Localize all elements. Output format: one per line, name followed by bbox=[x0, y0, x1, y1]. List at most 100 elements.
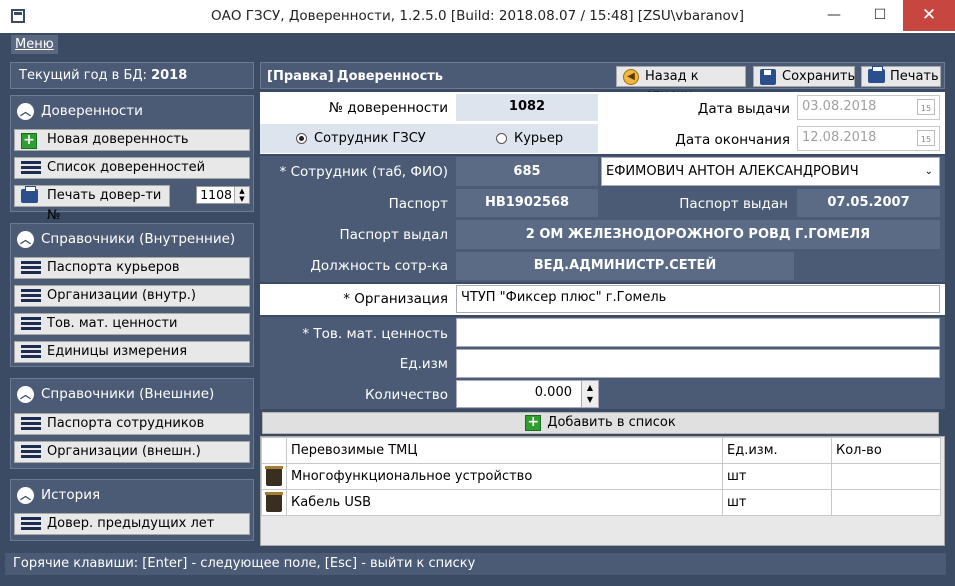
group-title: Справочники (Внутренние) bbox=[41, 231, 236, 247]
passport-label: Паспорт bbox=[388, 196, 448, 212]
table-row[interactable]: Многофункциональное устройство шт bbox=[261, 463, 941, 490]
list-icon bbox=[21, 445, 41, 459]
passport-value: НВ1902568 bbox=[456, 189, 598, 217]
previous-years-button[interactable]: Довер. предыдущих лет bbox=[14, 513, 250, 535]
back-to-list-button[interactable]: ◀ Назад к списку bbox=[616, 66, 746, 103]
goods-button[interactable]: Тов. мат. ценности bbox=[14, 313, 250, 335]
maximize-button[interactable]: ☐ bbox=[857, 0, 903, 31]
button-label: Организации (внутр.) bbox=[47, 288, 196, 303]
group-title: Доверенности bbox=[41, 103, 143, 119]
close-button[interactable]: ✕ bbox=[903, 0, 955, 31]
chevron-down-icon[interactable]: ⌄ bbox=[925, 158, 933, 185]
group-internal-refs-header[interactable]: ︿ Справочники (Внутренние) bbox=[11, 224, 253, 254]
minimize-button[interactable]: — bbox=[811, 0, 857, 31]
unit-cell[interactable]: шт bbox=[722, 463, 832, 490]
delete-cell[interactable] bbox=[261, 489, 287, 516]
button-label: Паспорта сотрудников bbox=[47, 416, 205, 431]
power-list-button[interactable]: Список доверенностей bbox=[14, 157, 250, 179]
editor-header: [Правка] Доверенность ◀ Назад к списку С… bbox=[260, 62, 945, 103]
employee-passports-button[interactable]: Паспорта сотрудников bbox=[14, 413, 250, 435]
table-header-qty[interactable]: Кол-во bbox=[831, 437, 941, 464]
group-powers: ︿ Доверенности + Новая доверенность Спис… bbox=[10, 95, 254, 223]
doc-header-section: № доверенности 1082 Дата выдачи 03.08.20… bbox=[260, 92, 945, 154]
end-date-field[interactable]: 12.08.2018 15 bbox=[797, 126, 940, 151]
button-label: Паспорта курьеров bbox=[47, 260, 180, 275]
button-label: Новая доверенность bbox=[47, 132, 189, 147]
plus-icon: + bbox=[21, 133, 37, 149]
stepper-arrows-icon[interactable]: ▲ ▼ bbox=[581, 381, 598, 407]
goods-name-cell[interactable]: Многофункциональное устройство bbox=[286, 463, 723, 490]
table-header-blank bbox=[261, 437, 287, 464]
table-header-goods[interactable]: Перевозимые ТМЦ bbox=[286, 437, 723, 464]
issued-by-label: Паспорт выдал bbox=[339, 227, 448, 243]
group-history-header[interactable]: ︿ История bbox=[11, 480, 253, 510]
employee-label: * Сотрудник (таб, ФИО) bbox=[279, 164, 448, 180]
table-row[interactable]: Кабель USB шт bbox=[261, 489, 941, 516]
radio-employee[interactable] bbox=[296, 133, 307, 144]
group-external-refs-header[interactable]: ︿ Справочники (Внешние) bbox=[11, 379, 253, 409]
button-label: Единицы измерения bbox=[47, 344, 188, 359]
organization-section: * Организация ЧТУП "Фиксер плюс" г.Гомел… bbox=[260, 284, 945, 315]
issue-date-field[interactable]: 03.08.2018 15 bbox=[797, 95, 940, 120]
new-power-button[interactable]: + Новая доверенность bbox=[14, 129, 250, 151]
delete-cell[interactable] bbox=[261, 463, 287, 490]
page-title: Доверенность bbox=[337, 69, 444, 84]
button-label: Довер. предыдущих лет bbox=[47, 516, 215, 531]
chevron-up-icon: ︿ bbox=[17, 487, 34, 504]
radio-courier[interactable] bbox=[496, 133, 507, 144]
quantity-stepper[interactable]: 0.000 ▲ ▼ bbox=[456, 380, 599, 408]
unit-cell[interactable]: шт bbox=[722, 489, 832, 516]
goods-entry-section: * Тов. мат. ценность Ед.изм Количество 0… bbox=[260, 317, 945, 409]
units-button[interactable]: Единицы измерения bbox=[14, 341, 250, 363]
calendar-icon[interactable]: 15 bbox=[917, 130, 935, 146]
button-label: Список доверенностей bbox=[47, 160, 206, 175]
employee-section: * Сотрудник (таб, ФИО) 685 ЕФИМОВИЧ АНТО… bbox=[260, 156, 945, 282]
printer-icon bbox=[21, 186, 38, 203]
save-button[interactable]: Сохранить bbox=[753, 66, 855, 87]
unit-label: Ед.изм bbox=[399, 356, 448, 372]
button-label: Тов. мат. ценности bbox=[47, 316, 178, 331]
trash-icon[interactable] bbox=[265, 465, 283, 486]
goods-input[interactable] bbox=[456, 318, 940, 347]
plus-icon: + bbox=[525, 414, 542, 431]
end-date-value: 12.08.2018 bbox=[802, 130, 877, 145]
print-power-button[interactable]: Печать довер-ти № bbox=[14, 185, 170, 223]
qty-cell[interactable] bbox=[831, 489, 941, 516]
print-button[interactable]: Печать bbox=[861, 66, 941, 87]
list-icon bbox=[21, 345, 41, 359]
list-icon bbox=[21, 261, 41, 275]
list-icon bbox=[21, 417, 41, 431]
list-icon bbox=[21, 161, 41, 175]
app-icon bbox=[11, 9, 25, 23]
menu-item-menu[interactable]: Меню bbox=[11, 35, 58, 54]
qty-cell[interactable] bbox=[831, 463, 941, 490]
doc-number-value: 1082 bbox=[456, 94, 598, 121]
issue-date-label: Дата выдачи bbox=[697, 101, 790, 117]
calendar-icon[interactable]: 15 bbox=[917, 99, 935, 115]
internal-orgs-button[interactable]: Организации (внутр.) bbox=[14, 285, 250, 307]
button-label: Организации (внешн.) bbox=[47, 444, 201, 459]
goods-name-cell[interactable]: Кабель USB bbox=[286, 489, 723, 516]
group-title: Справочники (Внешние) bbox=[41, 386, 215, 402]
position-label: Должность сотр-ка bbox=[310, 258, 448, 274]
courier-passports-button[interactable]: Паспорта курьеров bbox=[14, 257, 250, 279]
trash-icon[interactable] bbox=[265, 491, 283, 512]
current-year-box: Текущий год в БД: 2018 bbox=[10, 62, 254, 89]
employee-tab-number[interactable]: 685 bbox=[456, 157, 598, 186]
goods-label: * Тов. мат. ценность bbox=[302, 326, 448, 342]
print-number-stepper[interactable]: 1108 ▲ ▼ bbox=[196, 186, 250, 204]
external-orgs-button[interactable]: Организации (внешн.) bbox=[14, 441, 250, 463]
organization-field[interactable]: ЧТУП "Фиксер плюс" г.Гомель bbox=[456, 285, 940, 313]
group-history: ︿ История Довер. предыдущих лет bbox=[10, 479, 254, 541]
table-header-unit[interactable]: Ед.изм. bbox=[722, 437, 832, 464]
position-value: ВЕД.АДМИНИСТР.СЕТЕЙ bbox=[456, 252, 794, 280]
stepper-arrows-icon[interactable]: ▲ ▼ bbox=[234, 187, 249, 203]
button-label: Печать довер-ти № bbox=[47, 188, 162, 223]
employee-select[interactable]: ЕФИМОВИЧ АНТОН АЛЕКСАНДРОВИЧ ⌄ bbox=[601, 157, 940, 186]
year-value: 2018 bbox=[151, 68, 188, 83]
group-powers-header[interactable]: ︿ Доверенности bbox=[11, 96, 253, 126]
goods-table: Перевозимые ТМЦ Ед.изм. Кол-во Многофунк… bbox=[261, 437, 941, 516]
group-external-refs: ︿ Справочники (Внешние) Паспорта сотрудн… bbox=[10, 378, 254, 469]
unit-input[interactable] bbox=[456, 349, 940, 378]
add-to-list-button[interactable]: + Добавить в список bbox=[262, 412, 939, 434]
